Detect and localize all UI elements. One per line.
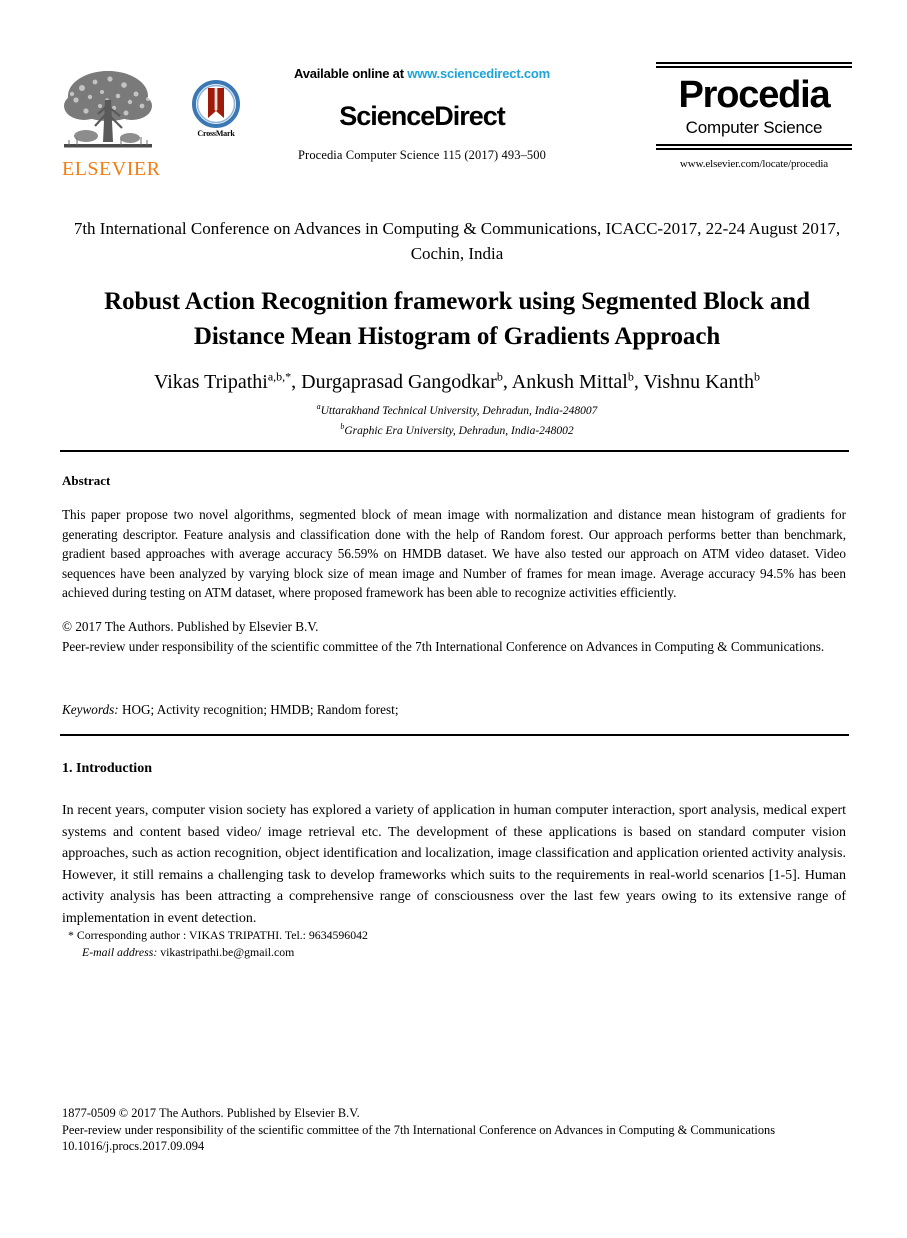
procedia-logo-block: Procedia Computer Science www.elsevier.c…: [656, 62, 852, 170]
journal-masthead: ELSEVIER CrossMark Available online at w…: [62, 62, 852, 202]
doi-line[interactable]: 10.1016/j.procs.2017.09.094: [62, 1138, 846, 1155]
procedia-subtitle: Computer Science: [685, 118, 823, 137]
available-online-line: Available online at www.sciencedirect.co…: [212, 66, 632, 81]
keywords-line: Keywords: HOG; Activity recognition; HMD…: [62, 700, 846, 719]
affiliation-marker: a: [316, 402, 321, 411]
sciencedirect-block: Available online at www.sciencedirect.co…: [212, 66, 632, 163]
email-line: E-mail address: vikastripathi.be@gmail.c…: [82, 944, 768, 961]
peer-review-line: Peer-review under responsibility of the …: [62, 638, 825, 654]
corresponding-author-footnote: * Corresponding author : VIKAS TRIPATHI.…: [68, 927, 768, 961]
author-name: Durgaprasad Gangodkarb: [301, 369, 503, 393]
page-title: Robust Action Recognition framework usin…: [104, 288, 810, 350]
sciencedirect-wordmark: ScienceDirect: [339, 101, 506, 131]
sciencedirect-link[interactable]: www.sciencedirect.com: [407, 66, 550, 81]
author-affiliation-marker: b: [753, 369, 760, 383]
keywords-bottom-rule: [60, 734, 849, 736]
author-name: Ankush Mittalb: [511, 369, 634, 393]
author-affiliation-marker: a,b,*: [267, 369, 292, 383]
author-affiliation-marker: b: [627, 369, 634, 383]
paper-page: ELSEVIER CrossMark Available online at w…: [0, 0, 907, 1238]
introduction-body: In recent years, computer vision society…: [62, 803, 846, 926]
affiliation-line: bGraphic Era University, Dehradun, India…: [340, 421, 574, 437]
procedia-title: Procedia: [678, 74, 831, 116]
footer-peer-review-line: Peer-review under responsibility of the …: [62, 1122, 776, 1137]
available-online-prefix: Available online at: [293, 66, 404, 81]
issn-line: 1877-0509 © 2017 The Authors. Published …: [62, 1106, 360, 1120]
abstract-copyright-block: © 2017 The Authors. Published by Elsevie…: [62, 617, 846, 656]
affiliation-line: aUttarakhand Technical University, Dehra…: [316, 402, 598, 417]
author-name: Vikas Tripathia,b,*: [154, 369, 292, 393]
affiliation-list: aUttarakhand Technical University, Dehra…: [62, 399, 852, 439]
email-label: E-mail address:: [82, 945, 158, 959]
copyright-line: © 2017 The Authors. Published by Elsevie…: [62, 619, 319, 634]
procedia-bottom-rule: [656, 144, 852, 150]
section-heading-introduction: 1. Introduction: [62, 761, 152, 776]
procedia-url[interactable]: www.elsevier.com/locate/procedia: [656, 158, 852, 170]
elsevier-tree-icon: [62, 66, 154, 158]
abstract-top-rule: [60, 450, 849, 452]
keywords-label: Keywords:: [62, 702, 119, 717]
page-footer: 1877-0509 © 2017 The Authors. Published …: [62, 1105, 846, 1155]
abstract-body: This paper propose two novel algorithms,…: [62, 507, 846, 600]
conference-line: 7th International Conference on Advances…: [73, 219, 841, 263]
elsevier-logo: ELSEVIER: [62, 66, 161, 184]
author-affiliation-marker: b: [496, 369, 503, 383]
corresponding-author-line: * Corresponding author : VIKAS TRIPATHI.…: [68, 928, 368, 942]
elsevier-wordmark: ELSEVIER: [62, 158, 161, 180]
abstract-heading: Abstract: [62, 473, 111, 488]
keywords-value: HOG; Activity recognition; HMDB; Random …: [121, 702, 399, 717]
procedia-top-rule: [656, 62, 852, 68]
email-value[interactable]: vikastripathi.be@gmail.com: [160, 945, 294, 959]
affiliation-marker: b: [340, 421, 345, 431]
author-name: Vishnu Kanthb: [643, 369, 760, 393]
journal-citation-line: Procedia Computer Science 115 (2017) 493…: [298, 148, 546, 162]
author-list: Vikas Tripathia,b,*, Durgaprasad Gangodk…: [154, 369, 760, 393]
